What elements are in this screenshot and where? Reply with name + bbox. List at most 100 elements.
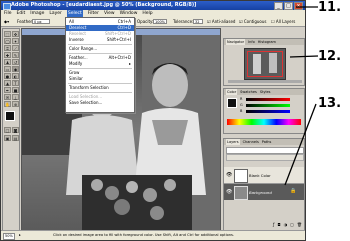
layers-panel: Layers Channels Paths 👁 Blank Color 👁 Ba… bbox=[223, 138, 305, 231]
menu-edit[interactable]: Edit bbox=[17, 10, 26, 17]
menu-layer[interactable]: Layer bbox=[49, 10, 62, 17]
contiguous-checkbox[interactable]: ☑ Contiguous bbox=[239, 17, 266, 26]
feather-field[interactable]: 0 px bbox=[32, 19, 50, 24]
window-title: Adobe Photoshop - [eudardiaest.jpg @ 50%… bbox=[11, 2, 197, 8]
move-tool-icon[interactable]: ✥ bbox=[12, 31, 19, 37]
marquee-tool-icon[interactable]: ⬚ bbox=[4, 31, 11, 37]
lasso-tool-icon[interactable]: ◯ bbox=[4, 38, 11, 44]
add-mask-icon[interactable]: ◘ bbox=[277, 222, 280, 228]
tab-navigator[interactable]: Navigator bbox=[226, 39, 246, 45]
menu-window[interactable]: Window bbox=[120, 10, 138, 17]
delete-layer-icon[interactable]: 🗑 bbox=[297, 222, 302, 228]
screen-mode-icon[interactable]: ▣ bbox=[4, 135, 11, 141]
select-all-item[interactable]: All Ctrl+A bbox=[66, 19, 134, 25]
magic-wand-tool-icon[interactable]: ✦ bbox=[12, 38, 19, 44]
tab-color[interactable]: Color bbox=[226, 89, 238, 95]
tab-info[interactable]: Info bbox=[248, 39, 255, 45]
layers-footer: ƒ ◘ ◑ ▢ 🗑 bbox=[226, 222, 302, 228]
title-bar: Adobe Photoshop - [eudardiaest.jpg @ 50%… bbox=[1, 1, 305, 10]
similar-item[interactable]: Similar bbox=[66, 76, 134, 82]
type-tool-icon[interactable]: T bbox=[12, 80, 19, 86]
navigator-thumbnail[interactable] bbox=[244, 48, 286, 80]
antialiased-checkbox[interactable]: ☑ Anti-aliased bbox=[207, 17, 235, 26]
lock-options-row bbox=[226, 154, 304, 161]
blur-tool-icon[interactable]: ● bbox=[4, 73, 11, 79]
tab-channels[interactable]: Channels bbox=[243, 139, 259, 145]
grow-item[interactable]: Grow bbox=[66, 70, 134, 76]
menu-help[interactable]: Help bbox=[142, 10, 152, 17]
layer-row[interactable]: 👁 Blank Color bbox=[224, 167, 304, 184]
layer-row-selected[interactable]: 👁 Background 🔒 bbox=[224, 184, 304, 200]
opacity-label: Opacity: bbox=[137, 19, 154, 24]
add-style-icon[interactable]: ƒ bbox=[273, 222, 274, 228]
hand-tool-icon[interactable]: ✋ bbox=[4, 101, 11, 107]
new-layer-icon[interactable]: ▢ bbox=[290, 222, 294, 228]
menu-filter[interactable]: Filter bbox=[88, 10, 99, 17]
pen-tool-icon[interactable]: ✒ bbox=[4, 87, 11, 93]
color-spectrum-bar[interactable] bbox=[227, 119, 301, 125]
tab-layers[interactable]: Layers bbox=[226, 139, 240, 145]
view-box[interactable] bbox=[247, 51, 283, 77]
red-slider[interactable] bbox=[246, 98, 290, 101]
eyedropper-tool-icon[interactable]: ⟂ bbox=[12, 94, 19, 100]
eye-visibility-icon[interactable]: 👁 bbox=[226, 189, 232, 195]
minimize-button[interactable]: _ bbox=[274, 2, 283, 10]
transform-selection-item[interactable]: Transform Selection bbox=[66, 85, 134, 91]
healing-brush-tool-icon[interactable]: ✚ bbox=[4, 52, 11, 58]
menu-divider bbox=[68, 44, 132, 45]
feather-item[interactable]: Feather... Alt+Ctrl+D bbox=[66, 55, 134, 61]
save-selection-item[interactable]: Save Selection... bbox=[66, 100, 134, 106]
paint-bucket-tool-button-icon[interactable]: ◆ bbox=[12, 66, 19, 72]
foreground-color-swatch[interactable] bbox=[5, 111, 15, 121]
history-brush-tool-icon[interactable]: ↺ bbox=[12, 59, 19, 65]
navigator-panel: Navigator Info Histogram bbox=[223, 38, 305, 86]
zoom-level-field[interactable]: 50% bbox=[3, 233, 15, 240]
paint-bucket-tool-icon[interactable]: ◆▾ bbox=[4, 17, 9, 26]
menu-divider bbox=[68, 68, 132, 69]
tab-histogram[interactable]: Histogram bbox=[258, 39, 276, 45]
standard-mode-icon[interactable]: □ bbox=[4, 127, 11, 133]
tolerance-field[interactable]: 32 bbox=[193, 19, 203, 24]
maximize-button[interactable]: □ bbox=[284, 2, 293, 10]
opacity-field[interactable]: 100% bbox=[153, 19, 167, 24]
dodge-tool-icon[interactable]: ◐ bbox=[12, 73, 19, 79]
menu-file[interactable]: File bbox=[4, 10, 12, 17]
all-layers-checkbox[interactable]: ☐ All Layers bbox=[271, 17, 295, 26]
menu-image[interactable]: Image bbox=[30, 10, 44, 17]
zoom-tool-icon[interactable]: ⊕ bbox=[12, 101, 19, 107]
navigator-zoom-slider[interactable] bbox=[228, 80, 302, 83]
green-slider[interactable] bbox=[246, 104, 290, 107]
lock-icon: 🔒 bbox=[290, 188, 297, 194]
shape-tool-icon[interactable]: ■ bbox=[12, 87, 19, 93]
menu-select[interactable]: Select bbox=[66, 10, 83, 17]
reselect-item[interactable]: Reselect Shift+Ctrl+D bbox=[66, 31, 134, 37]
eye-visibility-icon[interactable]: 👁 bbox=[226, 172, 232, 178]
tab-paths[interactable]: Paths bbox=[262, 139, 272, 145]
antialiased-label: Anti-aliased bbox=[211, 19, 236, 24]
brush-tool-icon[interactable]: ✎ bbox=[12, 52, 19, 58]
contiguous-label: Contiguous bbox=[243, 19, 267, 24]
menu-view[interactable]: View bbox=[104, 10, 115, 17]
slice-tool-icon[interactable]: ⟋ bbox=[12, 45, 19, 51]
new-adjustment-icon[interactable]: ◑ bbox=[284, 222, 288, 228]
tab-swatches[interactable]: Swatches bbox=[240, 89, 257, 95]
color-foreground-swatch[interactable] bbox=[227, 98, 237, 108]
modify-item[interactable]: Modify ▸ bbox=[66, 61, 134, 67]
blue-slider[interactable] bbox=[246, 110, 290, 113]
blend-mode-select[interactable] bbox=[226, 147, 304, 154]
deselect-item[interactable]: Deselect Ctrl+D bbox=[66, 25, 134, 31]
quick-mask-mode-icon[interactable]: ◙ bbox=[12, 127, 19, 133]
inverse-item[interactable]: Inverse Shift+Ctrl+I bbox=[66, 37, 134, 43]
color-range-item[interactable]: Color Range... bbox=[66, 46, 134, 52]
notes-tool-icon[interactable]: ✉ bbox=[4, 94, 11, 100]
red-channel-label: R bbox=[240, 97, 243, 101]
close-button[interactable]: × bbox=[294, 2, 303, 10]
toolbox: ⬚ ✥ ◯ ✦ ⌗ ⟋ ✚ ✎ ♟ ↺ ▭ ◆ ● ◐ ▲ T ✒ ■ ✉ ⟂ … bbox=[2, 28, 20, 233]
load-selection-item[interactable]: Load Selection... bbox=[66, 94, 134, 100]
tab-styles[interactable]: Styles bbox=[260, 89, 271, 95]
eraser-tool-icon[interactable]: ▭ bbox=[4, 66, 11, 72]
clone-stamp-tool-icon[interactable]: ♟ bbox=[4, 59, 11, 65]
full-screen-mode-icon[interactable]: ▤ bbox=[12, 135, 19, 141]
path-selection-tool-icon[interactable]: ▲ bbox=[4, 80, 11, 86]
crop-tool-icon[interactable]: ⌗ bbox=[4, 45, 11, 51]
